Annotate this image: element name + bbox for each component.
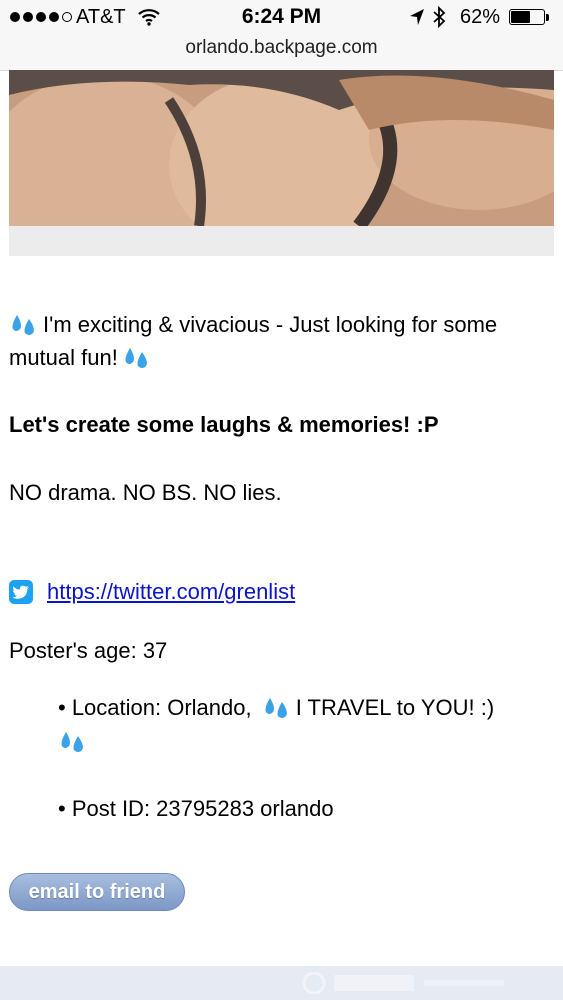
battery-icon [509, 9, 545, 25]
status-bar: AT&T 6:24 PM 62% [0, 0, 563, 36]
bluetooth-icon [433, 6, 446, 28]
ad-photo[interactable] [9, 70, 554, 226]
location-arrow-icon [410, 9, 424, 25]
address-bar[interactable]: orlando.backpage.com [0, 37, 563, 59]
twitter-row: https://twitter.com/grenlist [9, 576, 295, 608]
ad-intro: I'm exciting & vivacious - Just looking … [9, 308, 539, 374]
battery-tip [546, 14, 549, 21]
location-item: • Location: Orlando, I TRAVEL to YOU! :) [58, 691, 548, 759]
sweat-droplets-icon [61, 732, 83, 752]
photo-caption-bar [9, 226, 554, 256]
browser-top-bar: AT&T 6:24 PM 62% orlando.backpage.com [0, 0, 563, 71]
post-id-item: • Post ID: 23795283 orlando [58, 796, 334, 821]
location-prefix: • Location: Orlando, [58, 695, 252, 720]
sweat-droplets-icon [265, 698, 287, 718]
photo-image [9, 70, 554, 226]
twitter-icon [9, 580, 33, 604]
watermark-logo [302, 972, 504, 994]
email-to-friend-button[interactable]: email to friend [9, 873, 185, 911]
location-suffix: I TRAVEL to YOU! :) [295, 695, 495, 720]
sweat-droplets-icon [125, 348, 147, 368]
sweat-droplets-icon [12, 315, 34, 335]
ad-intro-text: I'm exciting & vivacious - Just looking … [9, 312, 498, 370]
ad-headline: Let's create some laughs & memories! :P [9, 412, 439, 437]
battery-percent: 62% [460, 6, 501, 28]
ad-no-drama: NO drama. NO BS. NO lies. [9, 480, 282, 505]
twitter-link[interactable]: https://twitter.com/grenlist [47, 579, 295, 605]
poster-age: Poster's age: 37 [9, 638, 168, 663]
